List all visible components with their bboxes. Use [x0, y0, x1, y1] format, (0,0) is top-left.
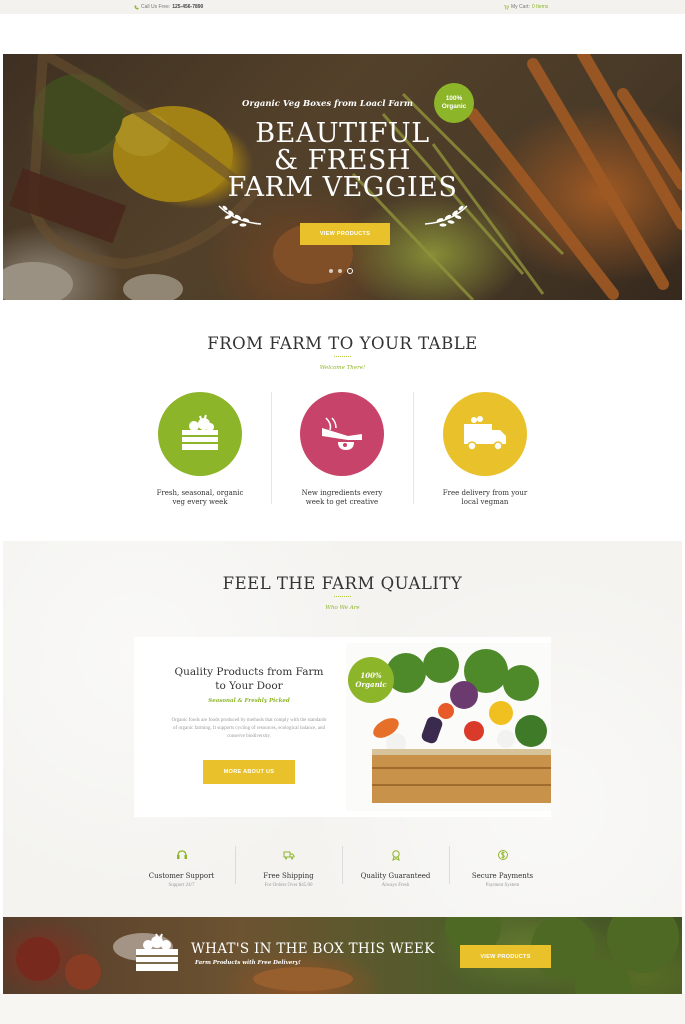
service-title: Free Shipping: [263, 872, 314, 880]
feature-line: veg every week: [172, 497, 228, 506]
title-divider: [334, 596, 351, 598]
feature-text: Fresh, seasonal, organic veg every week: [140, 489, 260, 506]
service-customer-support: Customer Support Support 24/7: [128, 848, 235, 888]
badge-text: Organic: [441, 103, 467, 110]
banner-view-products-button[interactable]: VIEW PRODUCTS: [460, 945, 551, 968]
hero-kicker: Organic Veg Boxes from Loacl Farm: [242, 99, 413, 109]
card-title-line: to Your Door: [215, 680, 283, 692]
feature-line: New ingredients every: [301, 489, 383, 497]
feature-new-ingredients: New ingredients every week to get creati…: [282, 392, 402, 506]
vegetable-basket-icon: [136, 933, 178, 971]
badge-percent: 100%: [360, 671, 382, 680]
hero-title-line3: FARM VEGGIES: [227, 172, 458, 203]
organic-badge: 100% Organic: [348, 657, 394, 703]
feature-line: Free delivery from your: [442, 489, 528, 497]
service-subtitle: Support 24/7: [168, 883, 195, 888]
service-title: Quality Guaranteed: [360, 872, 431, 880]
service-subtitle: For Orders Over $45.00: [264, 883, 313, 888]
cart-info[interactable]: My Cart: 0 Items: [504, 4, 548, 10]
slider-dot-1[interactable]: [329, 269, 333, 273]
view-products-button[interactable]: VIEW PRODUCTS: [300, 223, 390, 245]
headset-icon: [176, 850, 187, 859]
divider: [413, 392, 414, 504]
service-quality-guaranteed: Quality Guaranteed Always Fresh: [342, 848, 449, 888]
service-title: Secure Payments: [471, 872, 534, 880]
feature-circle: [158, 392, 242, 476]
organic-badge: 100% Organic: [434, 83, 474, 123]
banner-subtitle: Farm Products with Free Delivery!: [195, 960, 301, 966]
feature-line: local vegman: [461, 497, 509, 506]
service-title: Customer Support: [148, 872, 215, 880]
top-bar: Call Us Free: 125-456-7890 My Cart: 0 It…: [0, 0, 685, 14]
weekly-box-banner: WHAT'S IN THE BOX THIS WEEK Farm Product…: [3, 917, 682, 994]
badge-percent: 100%: [445, 95, 463, 102]
card-title: Quality Products from Farm to Your Door: [164, 665, 334, 693]
feature-free-delivery: Free delivery from your local vegman: [425, 392, 545, 506]
vegetable-basket-icon: [182, 414, 218, 450]
divider: [271, 392, 272, 504]
phone-number[interactable]: 125-456-7890: [172, 4, 203, 10]
badge-text: Organic: [355, 680, 387, 689]
cart-icon: [504, 4, 509, 9]
about-card: Quality Products from Farm to Your Door …: [134, 637, 551, 817]
feature-text: New ingredients every week to get creati…: [282, 489, 402, 506]
farm-section-title: FROM FARM TO YOUR TABLE: [207, 334, 478, 353]
banner-title: WHAT'S IN THE BOX THIS WEEK: [191, 941, 435, 957]
call-label: Call Us Free:: [141, 4, 171, 10]
feature-circle: [300, 392, 384, 476]
cart-count[interactable]: 0 Items: [532, 4, 548, 10]
more-about-us-button[interactable]: MORE ABOUT US: [203, 760, 295, 784]
delivery-truck-icon: [464, 416, 506, 451]
laurel-left-icon: [218, 205, 262, 227]
feature-circle: [443, 392, 527, 476]
medal-icon: [391, 850, 400, 861]
footer-strip: [0, 994, 685, 1024]
hero-slider: Organic Veg Boxes from Loacl Farm 100% O…: [3, 54, 682, 300]
hero-title: BEAUTIFUL & FRESH FARM VEGGIES: [3, 120, 682, 201]
phone-icon: [134, 5, 139, 9]
oil-bottle-icon: [322, 417, 362, 450]
card-body: Organic foods are foods produced by meth…: [171, 718, 327, 739]
truck-icon: [283, 851, 294, 860]
laurel-right-icon: [424, 205, 468, 227]
slider-dot-2[interactable]: [338, 269, 342, 273]
feature-text: Free delivery from your local vegman: [425, 489, 545, 506]
service-free-shipping: Free Shipping For Orders Over $45.00: [235, 848, 342, 888]
feature-line: week to get creative: [305, 497, 379, 506]
slider-dot-3[interactable]: [347, 268, 353, 274]
card-title-line: Quality Products from Farm: [174, 666, 324, 678]
service-subtitle: Payment System: [485, 883, 520, 888]
feature-fresh-veg: Fresh, seasonal, organic veg every week: [140, 392, 260, 506]
quality-section-title: FEEL THE FARM QUALITY: [222, 574, 463, 593]
title-divider: [334, 356, 351, 358]
dollar-circle-icon: [497, 850, 508, 860]
service-secure-payments: Secure Payments Payment System: [449, 848, 556, 888]
farm-section-subtitle: Welcome There!: [319, 365, 366, 371]
service-subtitle: Always Fresh: [381, 883, 410, 888]
feature-line: Fresh, seasonal, organic: [156, 489, 244, 497]
call-us-info: Call Us Free: 125-456-7890: [134, 4, 203, 10]
card-subtitle: Seasonal & Freshly Picked: [208, 698, 290, 704]
slider-dots: [329, 268, 353, 274]
cart-label: My Cart:: [511, 4, 530, 10]
quality-section-subtitle: Who We Are: [325, 605, 360, 611]
